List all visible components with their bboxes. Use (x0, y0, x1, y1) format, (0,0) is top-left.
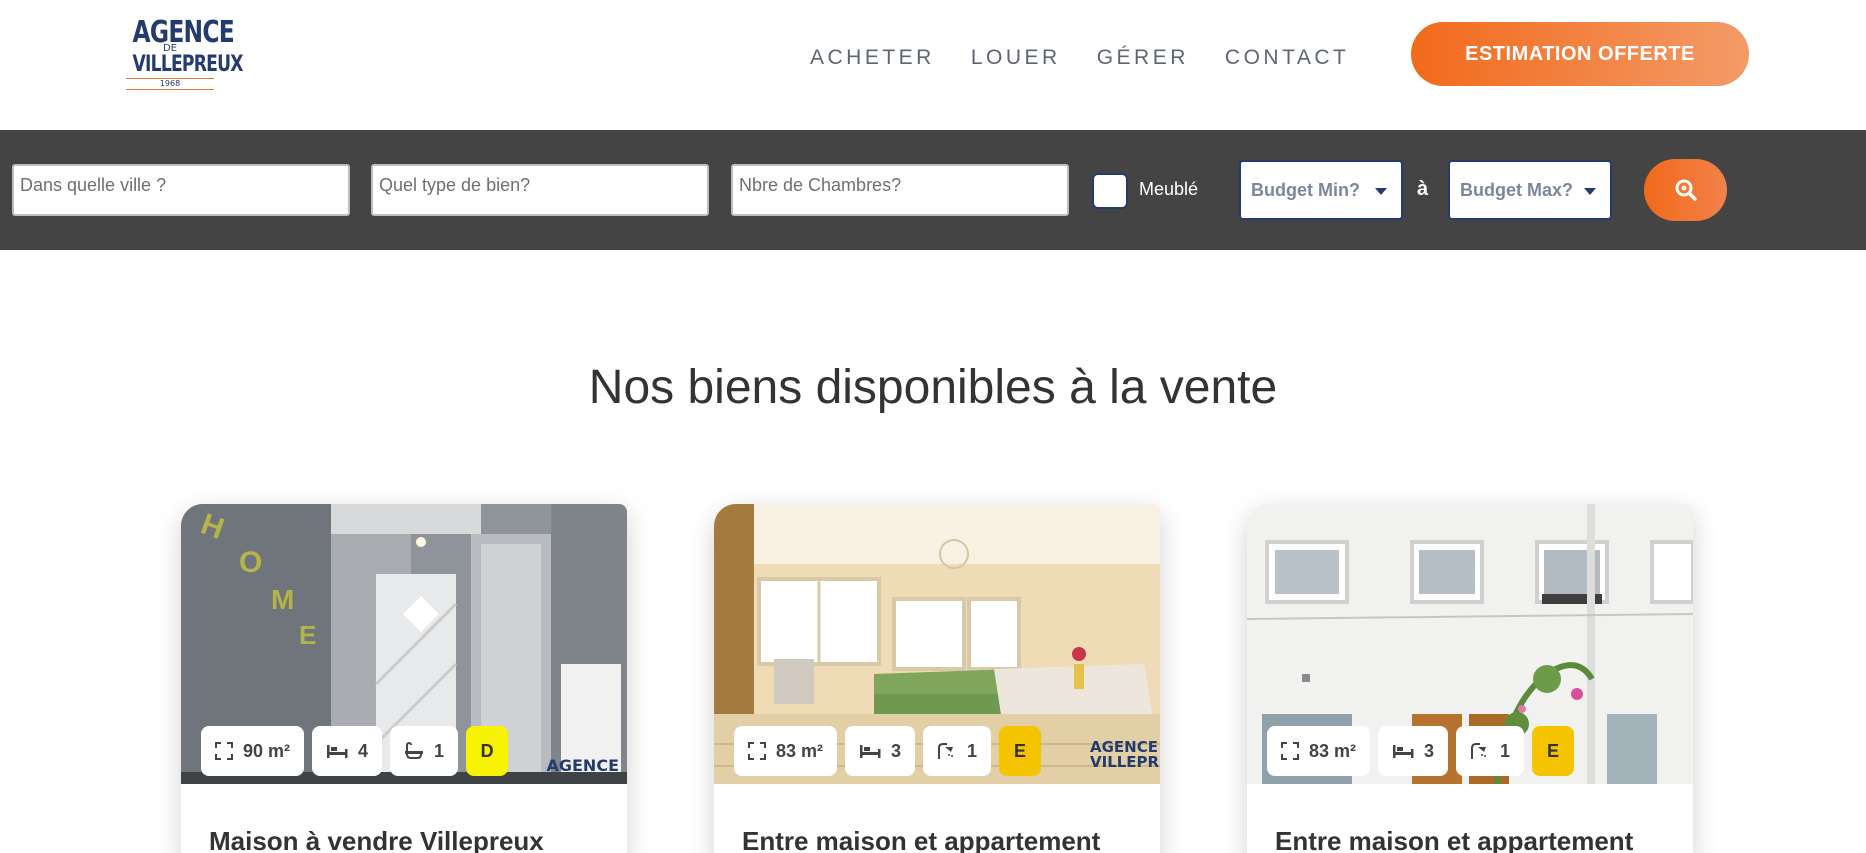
bedrooms-badge: 3 (1378, 726, 1449, 776)
property-card[interactable]: 83 m² 3 1 E Entre maison et appartement (1247, 504, 1693, 853)
agency-logo[interactable]: AGENCE DE VILLEPREUX 1968 (122, 15, 244, 98)
budget-separator: à (1417, 178, 1429, 200)
search-icon (1675, 179, 1697, 201)
property-title[interactable]: Entre maison et appartement (742, 826, 1100, 853)
search-button[interactable] (1644, 159, 1727, 221)
expand-icon (215, 742, 233, 760)
logo-year: 1968 (126, 78, 214, 90)
bedrooms-badge: 3 (845, 726, 916, 776)
expand-icon (748, 742, 766, 760)
bedrooms-badge: 4 (312, 726, 383, 776)
nav-louer[interactable]: LOUER (971, 46, 1061, 70)
area-badge: 90 m² (201, 726, 305, 776)
property-features: 90 m² 4 1 D (201, 726, 509, 776)
property-type-input[interactable]: Quel type de bien? (371, 164, 709, 216)
logo-text-agence: AGENCE (132, 15, 235, 50)
bedrooms-value: 4 (358, 740, 369, 761)
caret-down-icon (1584, 188, 1596, 195)
shower-icon (1471, 743, 1487, 759)
area-value: 83 m² (776, 740, 824, 761)
energy-rating-badge: E (1532, 726, 1575, 776)
bathrooms-badge: 1 (923, 726, 992, 776)
budget-max-value: Budget Max? (1460, 180, 1574, 200)
logo-text-villepreux: VILLEPREUX (132, 52, 244, 77)
photo-watermark: AGENCE (546, 756, 619, 775)
bedrooms-value: 3 (1424, 740, 1435, 761)
search-bar: Dans quelle ville ? Quel type de bien? N… (0, 130, 1866, 250)
budget-min-value: Budget Min? (1251, 180, 1360, 200)
property-features: 83 m² 3 1 E (1267, 726, 1575, 776)
property-title[interactable]: Maison à vendre Villepreux (209, 826, 544, 853)
bathrooms-badge: 1 (390, 726, 459, 776)
nav-acheter[interactable]: ACHETER (810, 46, 935, 70)
property-features: 83 m² 3 1 E (734, 726, 1042, 776)
estimation-button[interactable]: ESTIMATION OFFERTE (1411, 22, 1749, 86)
bed-icon (1393, 745, 1414, 758)
area-badge: 83 m² (1267, 726, 1371, 776)
main-nav: ACHETER LOUER GÉRER CONTACT (810, 46, 1349, 70)
bathrooms-value: 1 (434, 740, 445, 761)
area-badge: 83 m² (734, 726, 838, 776)
page: AGENCE DE VILLEPREUX 1968 ACHETER LOUER … (0, 0, 1866, 853)
svg-text:O: O (239, 546, 262, 579)
budget-max-select[interactable]: Budget Max? (1448, 160, 1612, 220)
property-card[interactable]: H O M E AGENCE 90 m² 4 1 D Maison à vend… (181, 504, 627, 853)
bedrooms-value: 3 (891, 740, 902, 761)
area-value: 83 m² (1309, 740, 1357, 761)
nav-gerer[interactable]: GÉRER (1097, 46, 1189, 70)
energy-rating-badge: E (999, 726, 1042, 776)
expand-icon (1281, 742, 1299, 760)
bedrooms-input[interactable]: Nbre de Chambres? (731, 164, 1069, 216)
svg-text:M: M (271, 584, 294, 615)
page-title: Nos biens disponibles à la vente (588, 361, 1278, 414)
area-value: 90 m² (243, 740, 291, 761)
bathrooms-value: 1 (1500, 740, 1511, 761)
furnished-checkbox[interactable] (1092, 173, 1128, 209)
bathrooms-badge: 1 (1456, 726, 1525, 776)
shower-icon (938, 743, 954, 759)
bathrooms-value: 1 (967, 740, 978, 761)
svg-text:E: E (299, 620, 316, 650)
property-title[interactable]: Entre maison et appartement (1275, 826, 1633, 853)
bed-icon (327, 745, 348, 758)
bath-icon (405, 742, 424, 759)
property-card[interactable]: AGENCE VILLEPREUX 83 m² 3 1 E Entre mais… (714, 504, 1160, 853)
energy-rating-badge: D (466, 726, 509, 776)
site-header: AGENCE DE VILLEPREUX 1968 ACHETER LOUER … (0, 0, 1866, 130)
bed-icon (860, 745, 881, 758)
nav-contact[interactable]: CONTACT (1225, 46, 1349, 70)
city-input[interactable]: Dans quelle ville ? (12, 164, 350, 216)
budget-min-select[interactable]: Budget Min? (1239, 160, 1403, 220)
caret-down-icon (1375, 188, 1387, 195)
furnished-label: Meublé (1139, 179, 1199, 199)
